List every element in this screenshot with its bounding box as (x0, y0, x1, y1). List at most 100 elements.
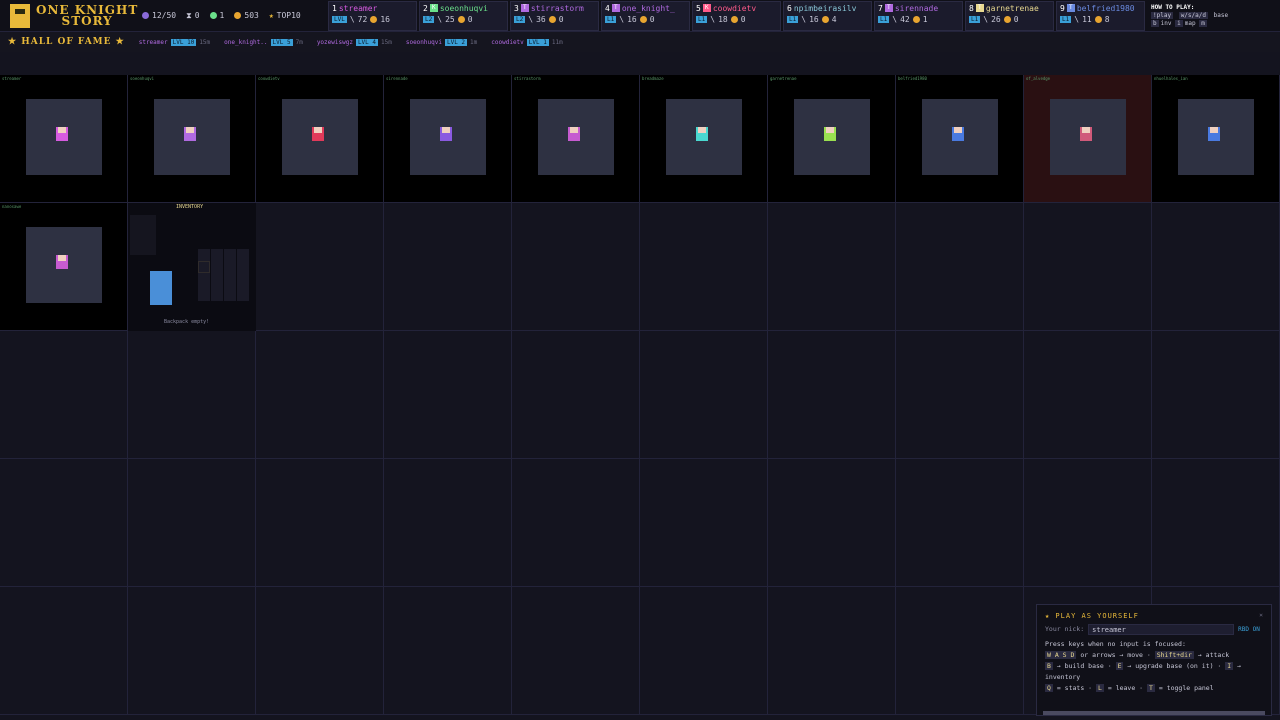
key-wasd: W A S D (1045, 651, 1077, 659)
top-label: TOP10 (276, 11, 301, 20)
level-badge: L2 (423, 15, 435, 23)
coin-icon (639, 15, 647, 23)
player-gold: 1 (922, 14, 928, 24)
player-kills: 16 (627, 14, 637, 24)
knight-logo-icon (10, 3, 30, 28)
class-badge-icon: T (1066, 4, 1075, 12)
cell-player-name: nanosawe (2, 204, 22, 209)
coin-icon (730, 15, 738, 23)
play-button[interactable] (1043, 711, 1265, 715)
gold-count: 503 (244, 11, 259, 20)
world-cell (896, 331, 1024, 459)
world-cell: of_alvedge (1024, 75, 1152, 203)
level-badge: L2 (514, 15, 526, 23)
knight-sprite (56, 255, 68, 269)
hof-entry: yozewiswgz LVL 4 15m (317, 38, 392, 46)
player-tab[interactable]: 6 npimbeirasilv L1 \ 16 4 (783, 0, 872, 31)
player-tab[interactable]: 3 Tstirrastorm L2 \ 36 0 (510, 0, 599, 31)
player-tab[interactable]: 7 Tsirennade L1 \ 42 1 (874, 0, 963, 31)
world-cell (1152, 203, 1280, 331)
world-cell (640, 459, 768, 587)
world-cell (1152, 459, 1280, 587)
world-cell (512, 587, 640, 715)
world-cell: garnetrenae (768, 75, 896, 203)
player-tab[interactable]: 9 Tbelfried1980 L1 \ 11 8 (1056, 0, 1145, 31)
coin-icon (912, 15, 920, 23)
world-cell (0, 587, 128, 715)
world-cell (1024, 459, 1152, 587)
hof-extra: 11m (551, 38, 563, 46)
sword-icon: \ (892, 14, 898, 24)
hof-level: LVL 1 (526, 38, 549, 46)
player-tab[interactable]: 8 Tgarnetrenae L1 \ 26 0 (965, 0, 1054, 31)
world-cell (128, 459, 256, 587)
knight-sprite (568, 127, 580, 141)
knight-sprite (440, 127, 452, 141)
world-cell (384, 459, 512, 587)
player-gold: 0 (558, 14, 564, 24)
level-badge: L1 (696, 15, 708, 23)
player-kills: 16 (809, 14, 819, 24)
world-cell (384, 203, 512, 331)
world-cell (512, 203, 640, 331)
level-badge: L1 (969, 15, 981, 23)
hof-entry: soeonhuqvi LVL 2 1m (405, 38, 477, 46)
player-gold: 4 (831, 14, 837, 24)
world-cell: nanosawe (0, 203, 128, 331)
key-q: Q (1045, 684, 1053, 692)
cell-player-name: stirrastorm (514, 76, 541, 81)
player-kills: 42 (900, 14, 910, 24)
key-b: B (1045, 662, 1053, 670)
rbd-toggle[interactable]: RBD ON (1238, 624, 1260, 635)
coin-icon (457, 15, 465, 23)
game-logo: ONE KNIGHT STORY (0, 0, 142, 32)
player-rank: 7 (878, 3, 883, 13)
player-name: one_knight_ (621, 3, 675, 13)
hof-name: soeonhuqvi (405, 38, 442, 46)
player-tab[interactable]: 5 Kcoowdietv L1 \ 18 0 (692, 0, 781, 31)
class-badge-icon: T (611, 4, 620, 12)
inventory-title: INVENTORY (176, 204, 204, 210)
key-play: !play (1151, 11, 1174, 19)
nick-label: Your nick: (1045, 625, 1085, 633)
world-cell (896, 203, 1024, 331)
player-tab[interactable]: 2 Ksoeonhuqvi L2 \ 25 0 (419, 0, 508, 31)
coin-icon (1003, 15, 1011, 23)
time-count: 0 (194, 11, 200, 20)
player-gold: 0 (1013, 14, 1019, 24)
sword-icon: \ (619, 14, 625, 24)
world-cell (1152, 331, 1280, 459)
inventory-stats (130, 215, 156, 255)
knight-sprite (824, 127, 836, 141)
player-kills: 11 (1082, 14, 1092, 24)
cell-player-name: nhuelhales_ian (1154, 76, 1188, 81)
player-kills: 25 (445, 14, 455, 24)
coin-icon (370, 15, 378, 23)
world-cell (256, 203, 384, 331)
hof-entry: one_knight.. LVL 5 7m (224, 38, 303, 46)
howto-map: map (1184, 19, 1196, 27)
level-badge: L1 (787, 15, 799, 23)
knight-sprite (56, 127, 68, 141)
players-count: 12/50 (152, 11, 177, 20)
nick-input[interactable] (1088, 624, 1235, 635)
player-rank: 4 (605, 3, 610, 13)
close-icon[interactable]: × (1259, 610, 1263, 621)
backpack-grid (198, 249, 250, 301)
world-cell (896, 459, 1024, 587)
player-tab[interactable]: 4 Tone_knight_ L1 \ 16 0 (601, 0, 690, 31)
sword-icon: \ (437, 14, 443, 24)
player-tabs: 1 streamer LVL \ 72 16 2 Ksoeonhuqvi L2 \ 25 0 3 Tsti… (328, 0, 1145, 31)
world-cell (1024, 331, 1152, 459)
key-t: T (1147, 684, 1155, 692)
player-rank: 9 (1060, 3, 1065, 13)
player-kills: 72 (357, 14, 368, 24)
key-i: i (1175, 19, 1183, 27)
kills-count: 1 (219, 11, 225, 20)
world-cell (768, 587, 896, 715)
world-cell (384, 587, 512, 715)
hof-entry: coowdietv LVL 1 11m (491, 38, 563, 46)
key-wasd: w/s/a/d (1178, 11, 1208, 19)
world-cell (768, 331, 896, 459)
player-tab[interactable]: 1 streamer LVL \ 72 16 (328, 0, 417, 31)
